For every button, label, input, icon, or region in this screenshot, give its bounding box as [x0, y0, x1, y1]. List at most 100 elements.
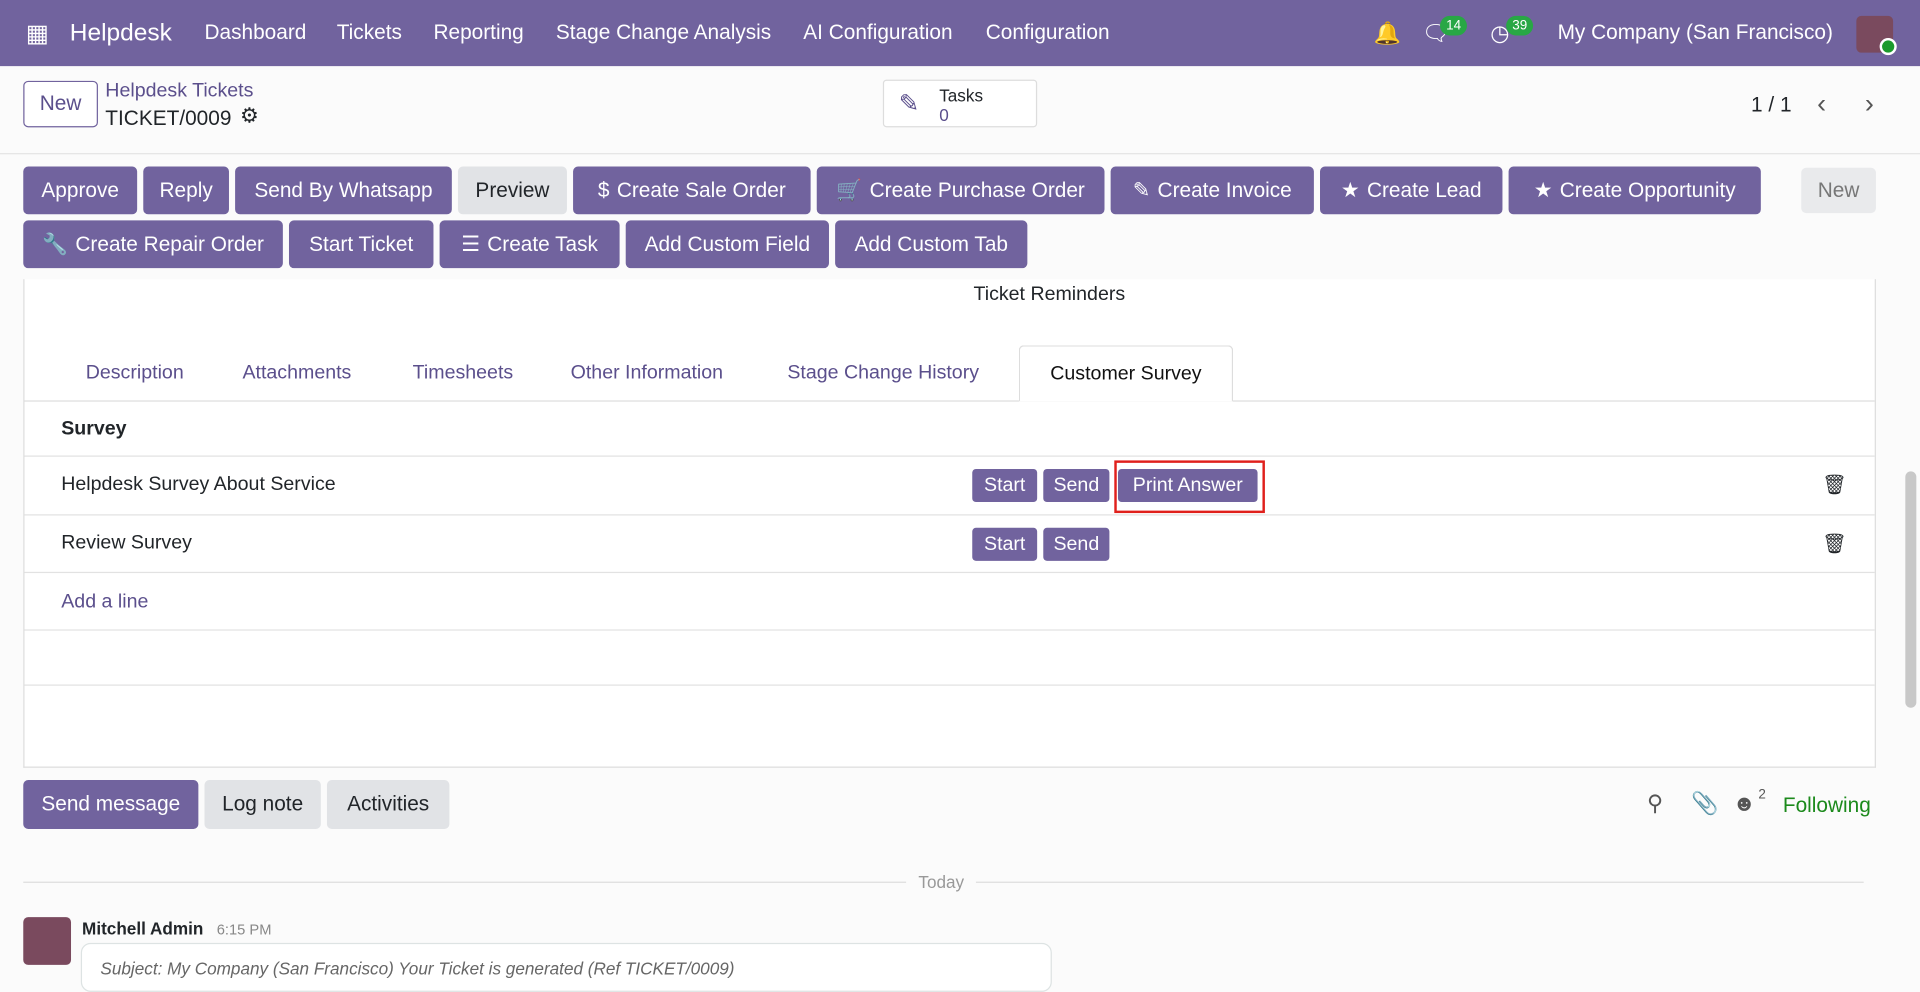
tasks-label: Tasks — [939, 85, 984, 106]
star-icon: ★ — [1533, 178, 1553, 202]
message-time: 6:15 PM — [216, 920, 272, 938]
empty-row — [24, 631, 1875, 686]
new-label: New — [39, 91, 82, 116]
add-line-row: Add a line — [24, 573, 1875, 631]
apps-menu-icon[interactable]: ▦ — [26, 18, 49, 49]
add-custom-field-button[interactable]: Add Custom Field — [625, 220, 829, 269]
highlight-box — [1114, 460, 1265, 514]
add-line-link[interactable]: Add a line — [61, 591, 148, 613]
date-separator: Today — [906, 871, 977, 892]
label: Activities — [347, 792, 430, 816]
menu-stage-change-analysis[interactable]: Stage Change Analysis — [556, 21, 771, 45]
send-button[interactable]: Send — [1043, 468, 1110, 503]
menu-reporting[interactable]: Reporting — [433, 21, 523, 45]
list-icon: ☰ — [461, 232, 480, 256]
edit-icon: ✎ — [1132, 178, 1151, 202]
create-task-button[interactable]: ☰ Create Task — [439, 220, 620, 269]
send-button[interactable]: Send — [1043, 527, 1110, 561]
label: Add Custom Tab — [854, 232, 1008, 256]
create-opportunity-button[interactable]: ★ Create Opportunity — [1508, 166, 1761, 215]
pager-prev-icon[interactable]: ‹ — [1817, 88, 1826, 120]
approve-button[interactable]: Approve — [23, 166, 138, 215]
label: Add Custom Field — [644, 232, 811, 256]
pager-value[interactable]: 1 / 1 — [1751, 93, 1792, 117]
gear-icon[interactable]: ⚙ — [240, 104, 259, 128]
online-status-dot — [1879, 37, 1897, 56]
tab-customer-survey[interactable]: Customer Survey — [1018, 345, 1234, 402]
start-ticket-button[interactable]: Start Ticket — [288, 220, 434, 269]
breadcrumb[interactable]: Helpdesk Tickets — [105, 81, 253, 103]
label: Create Invoice — [1157, 178, 1292, 202]
table-row[interactable]: Helpdesk Survey About Service — [24, 457, 1875, 516]
tab-attachments[interactable]: Attachments — [242, 362, 351, 384]
tasks-count: 0 — [939, 105, 949, 125]
messages-badge: 14 — [1440, 15, 1468, 36]
tab-other-information[interactable]: Other Information — [571, 362, 723, 384]
reply-button[interactable]: Reply — [143, 166, 229, 215]
ticket-reminders-label: Ticket Reminders — [973, 284, 1126, 305]
followers-icon[interactable]: ☻ — [1733, 791, 1756, 817]
trash-icon[interactable]: 🗑 — [1822, 531, 1847, 555]
record-title: TICKET/0009 — [105, 106, 232, 130]
menu-tickets[interactable]: Tickets — [337, 21, 402, 45]
wrench-icon: 🔧 — [42, 232, 69, 256]
tab-timesheets[interactable]: Timesheets — [413, 362, 514, 384]
label: Log note — [222, 792, 304, 816]
scrollbar[interactable] — [1905, 471, 1917, 708]
create-repair-order-button[interactable]: 🔧 Create Repair Order — [23, 220, 283, 269]
label: New — [1817, 178, 1860, 202]
bell-icon[interactable]: 🔔 — [1374, 21, 1401, 47]
label: Create Opportunity — [1559, 178, 1736, 202]
table-header: Survey — [24, 402, 1875, 457]
create-purchase-order-button[interactable]: 🛒 Create Purchase Order — [816, 166, 1105, 215]
label: Start Ticket — [309, 232, 414, 256]
menu-ai-configuration[interactable]: AI Configuration — [803, 21, 952, 45]
author-avatar — [23, 917, 72, 965]
new-record-button[interactable]: New — [23, 80, 98, 128]
column-survey: Survey — [61, 418, 127, 440]
send-message-button[interactable]: Send message — [23, 780, 199, 829]
tab-stage-change-history[interactable]: Stage Change History — [787, 362, 979, 384]
dollar-icon: $ — [597, 178, 610, 202]
search-icon[interactable]: ⚲ — [1647, 791, 1663, 817]
add-custom-tab-button[interactable]: Add Custom Tab — [835, 220, 1028, 269]
pager-next-icon[interactable]: › — [1865, 88, 1874, 120]
tab-description[interactable]: Description — [86, 362, 184, 384]
survey-name: Review Survey — [61, 532, 192, 554]
create-sale-order-button[interactable]: $ Create Sale Order — [573, 166, 811, 215]
label: Create Repair Order — [75, 232, 264, 256]
start-button[interactable]: Start — [972, 468, 1038, 503]
survey-name: Helpdesk Survey About Service — [61, 473, 336, 495]
create-invoice-button[interactable]: ✎ Create Invoice — [1110, 166, 1314, 215]
menu-configuration[interactable]: Configuration — [986, 21, 1110, 45]
label: Create Purchase Order — [869, 178, 1085, 202]
preview-button[interactable]: Preview — [457, 166, 567, 215]
app-name[interactable]: Helpdesk — [70, 20, 172, 48]
trash-icon[interactable]: 🗑 — [1822, 473, 1847, 497]
tasks-smart-button[interactable]: ✎ Tasks 0 — [882, 79, 1038, 128]
activities-badge: 39 — [1506, 15, 1534, 36]
edit-icon: ✎ — [898, 90, 920, 118]
send-by-whatsapp-button[interactable]: Send By Whatsapp — [235, 166, 452, 215]
author-name: Mitchell Admin — [82, 918, 204, 938]
table-row[interactable]: Review Survey — [24, 516, 1875, 574]
company-switcher[interactable]: My Company (San Francisco) — [1558, 21, 1833, 45]
divider — [0, 153, 1920, 155]
activities-button[interactable]: Activities — [326, 780, 450, 829]
label: Approve — [41, 178, 119, 202]
status-new[interactable]: New — [1801, 167, 1876, 214]
label: Create Sale Order — [616, 178, 786, 202]
log-note-button[interactable]: Log note — [204, 780, 321, 829]
message-subject: Subject: My Company (San Francisco) Your… — [100, 958, 735, 979]
create-lead-button[interactable]: ★ Create Lead — [1320, 166, 1503, 215]
label: Send message — [41, 792, 181, 816]
following-button[interactable]: Following — [1783, 793, 1871, 817]
label: Preview — [475, 178, 550, 202]
label: Reply — [159, 178, 213, 202]
menu-dashboard[interactable]: Dashboard — [204, 21, 306, 45]
paperclip-icon[interactable]: 📎 — [1691, 791, 1718, 817]
label: Customer Survey — [1050, 363, 1202, 385]
start-button[interactable]: Start — [972, 527, 1038, 561]
cart-icon: 🛒 — [836, 178, 863, 202]
followers-count: 2 — [1758, 787, 1766, 803]
